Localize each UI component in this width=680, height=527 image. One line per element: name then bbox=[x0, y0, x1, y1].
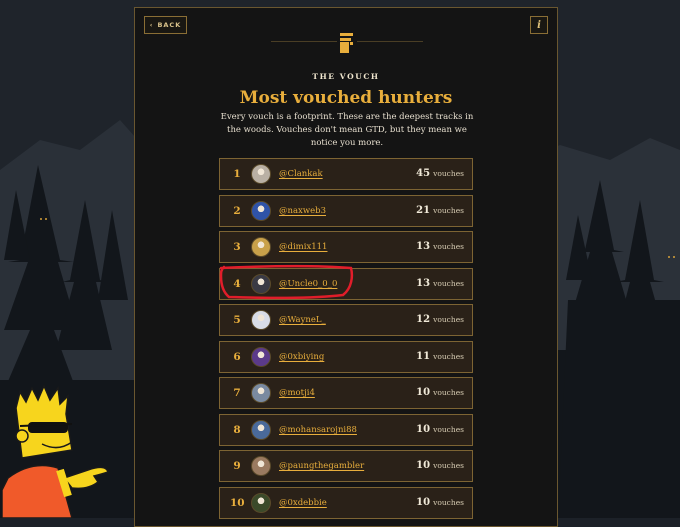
user-handle-link[interactable]: @dimix111 bbox=[279, 232, 327, 262]
divider-left bbox=[271, 41, 337, 42]
avatar bbox=[251, 383, 271, 403]
vouch-count: 10 vouches bbox=[416, 378, 464, 408]
vouch-count-unit: vouches bbox=[433, 278, 464, 288]
vouch-count-unit: vouches bbox=[433, 315, 464, 324]
vouch-count: 12 vouches bbox=[416, 305, 464, 335]
leaderboard-row[interactable]: 9 @paungthegambler 10 vouches bbox=[219, 450, 473, 482]
avatar bbox=[251, 419, 271, 440]
user-handle-link[interactable]: @0xdebbie bbox=[279, 488, 327, 518]
back-button[interactable]: ‹ BACK bbox=[144, 16, 187, 34]
user-handle-link[interactable]: @motji4 bbox=[279, 378, 315, 408]
vouch-count-unit: vouches bbox=[433, 351, 464, 361]
avatar bbox=[251, 200, 271, 221]
vouch-count-number: 10 bbox=[416, 387, 431, 398]
avatar bbox=[251, 237, 271, 257]
leaderboard-row[interactable]: 5 @WayneL_ 12 vouches bbox=[219, 304, 473, 336]
vouch-count-number: 45 bbox=[416, 168, 431, 179]
back-label: BACK bbox=[157, 21, 182, 29]
rank-number: 3 bbox=[233, 241, 241, 253]
rank-number: 8 bbox=[233, 423, 241, 436]
divider-right bbox=[357, 41, 423, 42]
avatar bbox=[251, 310, 271, 330]
bart-sticker bbox=[2, 384, 109, 518]
user-handle-link[interactable]: @Clankak bbox=[279, 159, 323, 189]
vouch-count: 11 vouches bbox=[416, 342, 464, 372]
vouch-count-number: 10 bbox=[416, 496, 431, 508]
vouch-count: 10 vouches bbox=[416, 415, 464, 445]
vouch-count: 10 vouches bbox=[416, 488, 464, 518]
avatar bbox=[251, 346, 271, 367]
vouch-count-number: 12 bbox=[416, 314, 431, 325]
vouch-count-unit: vouches bbox=[433, 388, 464, 397]
vouch-count: 13 vouches bbox=[416, 269, 464, 299]
page-subtitle: Every vouch is a footprint. These are th… bbox=[220, 112, 474, 148]
rank-number: 10 bbox=[230, 496, 245, 509]
user-handle-link[interactable]: @WayneL_ bbox=[279, 305, 326, 335]
chevron-left-icon: ‹ bbox=[149, 21, 154, 29]
leaderboard-row[interactable]: 1 @Clankak 45 vouches bbox=[219, 158, 473, 190]
vouch-count-unit: vouches bbox=[433, 169, 464, 178]
vouch-count-number: 11 bbox=[416, 350, 431, 362]
vouch-count: 10 vouches bbox=[416, 451, 464, 481]
avatar bbox=[251, 492, 271, 513]
avatar bbox=[251, 164, 271, 184]
page-title: Most vouched hunters bbox=[239, 88, 453, 108]
vouch-count-unit: vouches bbox=[433, 242, 464, 251]
vouch-count: 21 vouches bbox=[416, 196, 464, 226]
leaderboard-row[interactable]: 2 @naxweb3 21 vouches bbox=[219, 194, 473, 227]
vouch-count-number: 21 bbox=[416, 204, 431, 216]
rank-number: 9 bbox=[233, 460, 241, 472]
leaderboard-row[interactable]: 10 @0xdebbie 10 vouches bbox=[219, 486, 473, 519]
info-button[interactable]: i bbox=[530, 16, 548, 34]
footprint-logo-icon bbox=[340, 33, 353, 53]
vouch-count-number: 10 bbox=[416, 423, 431, 435]
vouch-count-unit: vouches bbox=[433, 461, 464, 470]
vouch-count-number: 13 bbox=[416, 277, 431, 289]
annotation-highlight bbox=[219, 264, 354, 300]
leaderboard-row[interactable]: 7 @motji4 10 vouches bbox=[219, 377, 473, 409]
rank-number: 6 bbox=[233, 350, 241, 363]
avatar bbox=[251, 456, 271, 476]
user-handle-link[interactable]: @naxweb3 bbox=[279, 196, 326, 226]
info-icon: i bbox=[537, 19, 541, 31]
section-kicker: THE VOUCH bbox=[312, 72, 380, 81]
user-handle-link[interactable]: @paungthegambler bbox=[279, 451, 364, 481]
user-handle-link[interactable]: @0xbiying bbox=[279, 342, 324, 372]
rank-number: 7 bbox=[233, 387, 241, 399]
vouch-count-unit: vouches bbox=[433, 424, 464, 434]
rank-number: 5 bbox=[233, 314, 241, 326]
user-handle-link[interactable]: @mohansarojni88 bbox=[279, 415, 357, 445]
leaderboard-row[interactable]: 3 @dimix111 13 vouches bbox=[219, 231, 473, 263]
leaderboard-row[interactable]: 8 @mohansarojni88 10 vouches bbox=[219, 413, 473, 446]
leaderboard-row[interactable]: 6 @0xbiying 11 vouches bbox=[219, 340, 473, 373]
vouch-count-unit: vouches bbox=[433, 497, 464, 507]
vouch-count: 13 vouches bbox=[416, 232, 464, 262]
rank-number: 2 bbox=[233, 204, 241, 217]
vouch-count-number: 13 bbox=[416, 241, 431, 252]
vouch-count: 45 vouches bbox=[416, 159, 464, 189]
rank-number: 1 bbox=[233, 168, 241, 180]
vouch-count-number: 10 bbox=[416, 460, 431, 471]
vouch-count-unit: vouches bbox=[433, 205, 464, 215]
